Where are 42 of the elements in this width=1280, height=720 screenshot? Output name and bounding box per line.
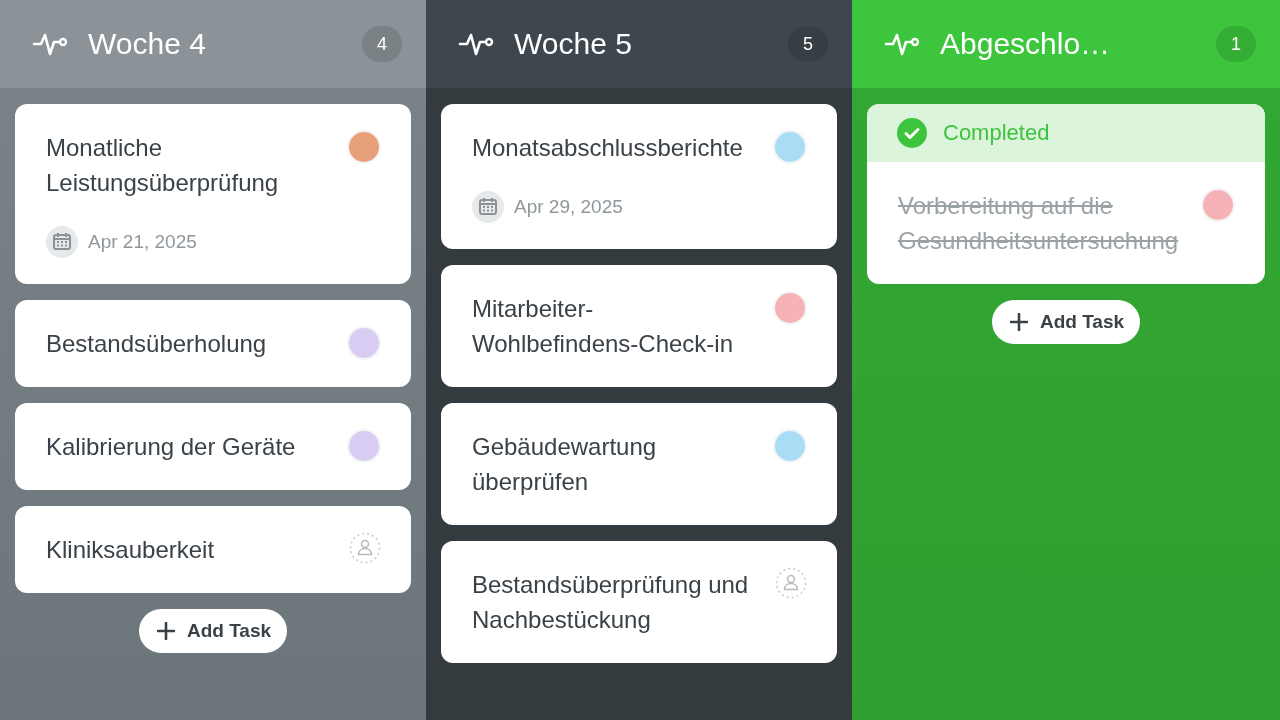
task-count: 5 [788,26,828,62]
task-count: 4 [362,26,402,62]
task-title: Mitarbeiter-Wohlbefindens-Check-in [472,294,735,359]
calendar-icon [472,191,504,223]
task-title: Kliniksauberkeit [46,535,216,565]
task-title: Monatsabschlussberichte [472,133,744,163]
status-label: Completed [943,120,1050,146]
plus-icon [156,622,175,640]
task-title: Bestandsüberprüfung und Nachbestückung [472,570,750,635]
avatar[interactable] [773,130,807,164]
check-circle-icon [897,118,927,148]
add-task-button[interactable]: Add Task [138,609,288,653]
unassigned-user-icon[interactable] [775,567,807,599]
avatar[interactable] [347,429,381,463]
avatar[interactable] [347,130,381,164]
plus-icon [1009,313,1028,331]
avatar[interactable] [773,429,807,463]
avatar[interactable] [773,291,807,325]
calendar-icon [46,226,78,258]
due-date: Apr 21, 2025 [88,231,197,253]
task-card[interactable]: Kliniksauberkeit [15,506,411,593]
due-date: Apr 29, 2025 [514,196,623,218]
avatar[interactable] [347,326,381,360]
task-title: Kalibrierung der Geräte [46,432,297,462]
avatar[interactable] [1201,188,1235,222]
task-title: Bestandsüberholung [46,329,268,359]
task-card[interactable]: Monatliche Leistungsüberprüfung Apr 21, 2025 [15,104,411,284]
column-title: Abgeschlo… [940,27,1112,61]
column-title: Woche 5 [514,27,633,61]
task-card[interactable]: Kalibrierung der Geräte [15,403,411,490]
task-card[interactable]: Mitarbeiter-Wohlbefindens-Check-in [441,265,837,387]
task-title: Vorbereitung auf die Gesundheitsuntersuchung [898,191,1180,256]
task-card[interactable]: Bestandsüberprüfung und Nachbestückung [441,541,837,663]
task-count: 1 [1216,26,1256,62]
task-title: Gebäudewartung überprüfen [472,432,658,497]
column-title: Woche 4 [88,27,207,61]
task-title: Monatliche Leistungsüberprüfung [46,133,280,198]
task-card[interactable]: Bestandsüberholung [15,300,411,387]
add-task-button[interactable]: Add Task [991,300,1141,344]
task-card[interactable]: Gebäudewartung überprüfen [441,403,837,525]
unassigned-user-icon[interactable] [349,532,381,564]
task-card[interactable]: Monatsabschlussberichte Apr 29, 2025 [441,104,837,249]
